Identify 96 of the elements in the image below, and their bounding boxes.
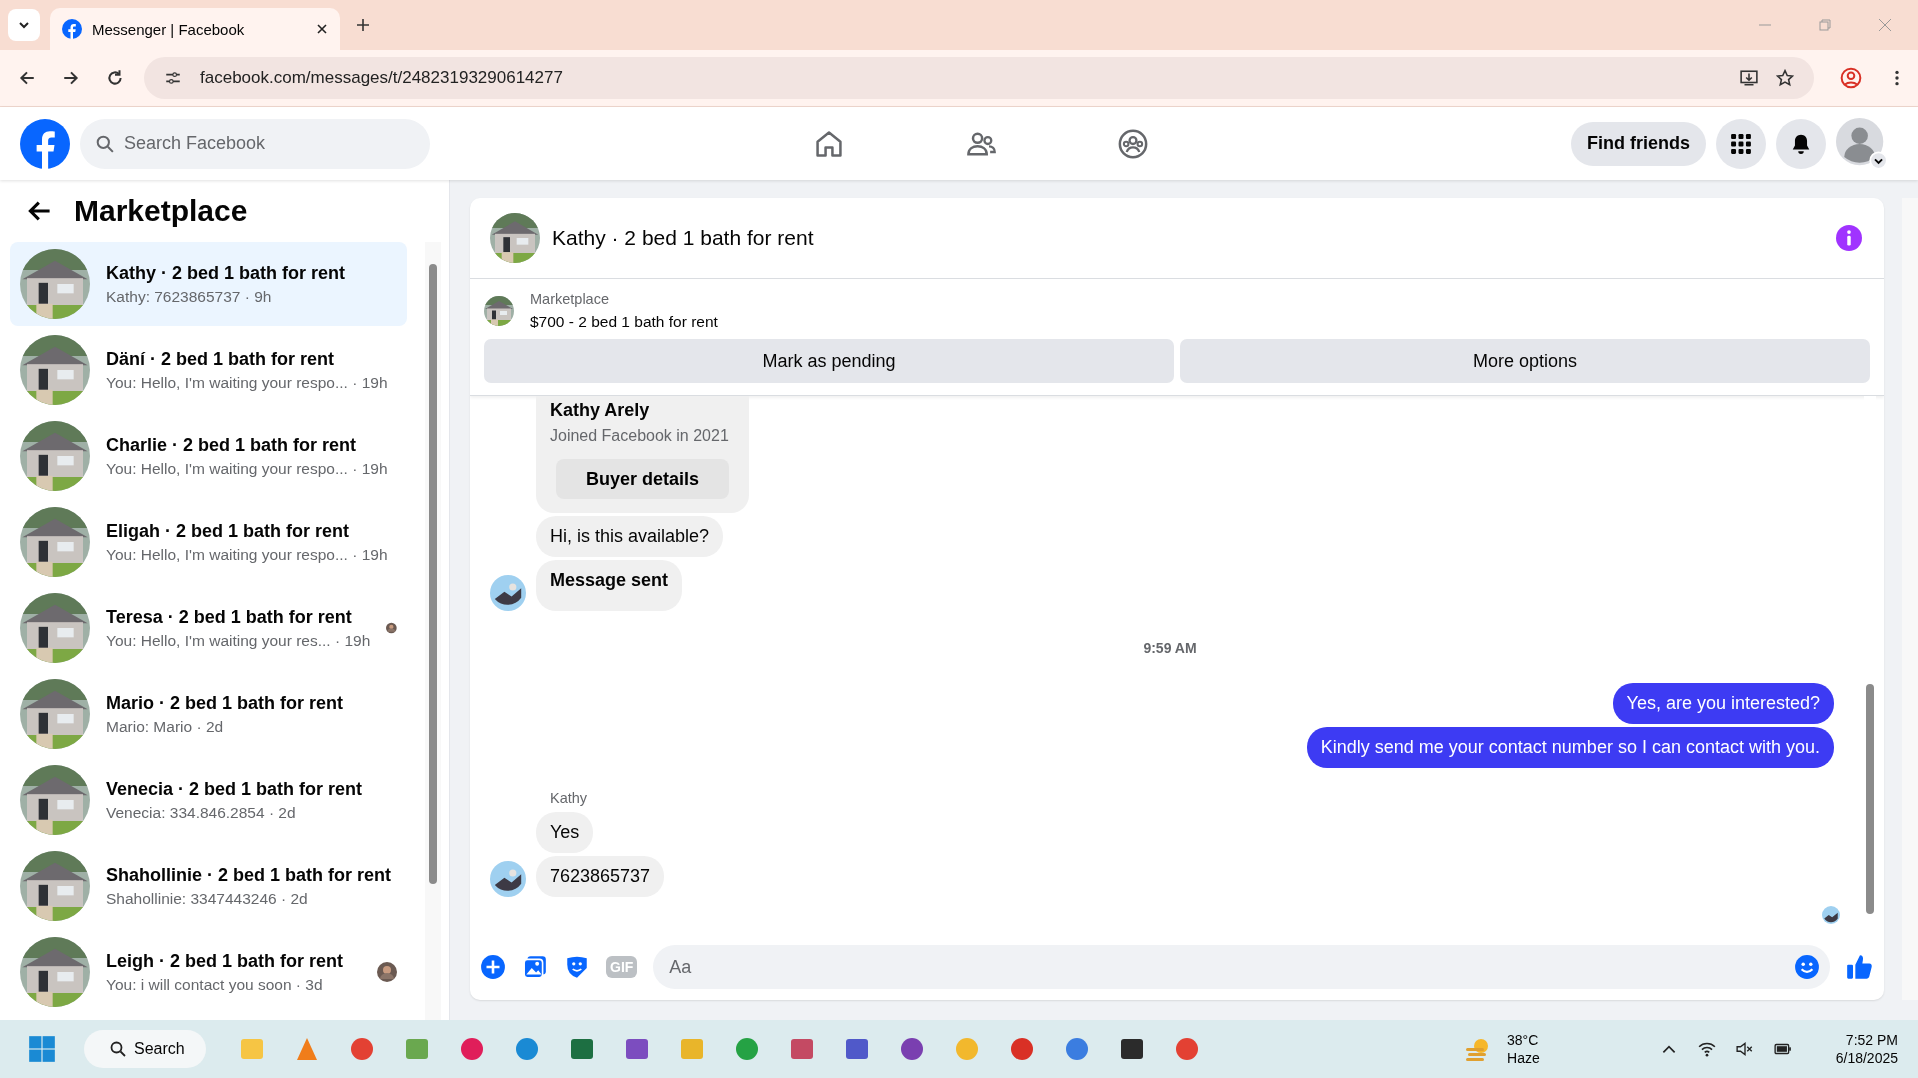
facebook-logo-icon [62,19,82,39]
weather-text: Haze [1507,1049,1540,1067]
new-tab-icon[interactable] [356,18,370,32]
emoji-icon[interactable] [1794,954,1820,980]
site-settings-icon[interactable] [164,69,182,87]
message-bubble: Yes [536,812,594,853]
message-bubble: Message sent [536,560,683,611]
close-icon[interactable] [316,23,328,35]
conversation-title: Eligah · 2 bed 1 bath for rent [106,520,351,542]
clock-date: 6/18/2025 [1835,1049,1898,1067]
conversation-item[interactable]: Teresa · 2 bed 1 bath for rent You: Hello, I'm waiting your res... · 19h [10,586,407,670]
reload-icon[interactable] [106,69,124,87]
conversation-preview: You: Hello, I'm waiting your res... · 19h [106,631,371,650]
conversation-item[interactable]: Eligah · 2 bed 1 bath for rent You: Hello, I'm waiting your respo... · 19h [10,500,407,584]
conversation-title: Teresa · 2 bed 1 bath for rent [106,606,353,628]
conversation-preview: You: Hello, I'm waiting your respo... · 19h [106,459,389,478]
back-icon[interactable] [28,199,52,223]
conversation-item[interactable]: Kathy · 2 bed 1 bath for rent Kathy: 7623865737 · 9h [10,242,407,326]
conversation-title: Mario · 2 bed 1 bath for rent [106,692,345,714]
install-icon[interactable] [1740,69,1758,87]
groups-icon[interactable] [1116,127,1149,160]
thumbs-up-icon[interactable] [1846,953,1874,981]
conversation-title: Charlie · 2 bed 1 bath for rent [106,434,358,456]
conversation-preview: Shahollinie: 3347443246 · 2d [106,889,309,908]
account-avatar-icon[interactable] [1836,117,1888,170]
chat-title: Kathy · 2 bed 1 bath for rent [552,226,814,250]
conversation-title: Shahollinie · 2 bed 1 bath for rent [106,864,393,886]
listing-label: Marketplace [530,291,610,307]
conversation-title: Kathy · 2 bed 1 bath for rent [106,262,347,284]
facebook-logo-icon[interactable] [20,118,70,169]
browser-icon[interactable] [348,1035,376,1063]
address-field[interactable]: facebook.com/messages/t/24823193290614277 [144,57,1814,99]
tab-list-button[interactable] [8,9,40,41]
muted-speaker-icon[interactable] [1735,1040,1754,1058]
message-bubble: Kindly send me your contact number so I can contact with you. [1306,727,1834,768]
browser-icon[interactable] [1063,1035,1091,1063]
app-icon[interactable] [458,1035,486,1063]
temperature-text: 38°C [1507,1031,1540,1049]
search-icon [96,134,114,153]
action-button[interactable]: Mark as pending [484,339,1174,383]
message-field[interactable]: Aa [653,945,1830,989]
conversation-preview: Venecia: 334.846.2854 · 2d [106,803,297,822]
conversation-item[interactable]: Venecia · 2 bed 1 bath for rent Venecia: 334.846.2854 · 2d [10,758,407,842]
conversation-preview: Kathy: 7623865737 · 9h [106,287,273,306]
sticker-icon[interactable] [564,954,590,980]
conversation-title: Venecia · 2 bed 1 bath for rent [106,778,364,800]
listing-title: $700 - 2 bed 1 bath for rent [530,313,718,331]
sidebar-title: Marketplace [74,194,248,228]
read-receipt-icon [1822,906,1840,924]
action-button[interactable]: More options [1180,339,1870,383]
forward-icon[interactable] [62,69,80,87]
conversation-preview: You: i will contact you soon · 3d [106,975,324,994]
conversation-item[interactable]: Däní · 2 bed 1 bath for rent You: Hello, I'm waiting your respo... · 19h [10,328,407,412]
star-icon[interactable] [1776,69,1794,87]
conversation-preview: Mario: Mario · 2d [106,717,225,736]
back-icon[interactable] [18,69,36,87]
browser-icon[interactable] [1008,1035,1036,1063]
buyer-name: Kathy Arely [550,400,651,421]
chat-icon[interactable] [733,1035,761,1063]
timestamp: 9:59 AM [1143,640,1197,656]
browser-icon[interactable] [513,1035,541,1063]
message-bubble: Hi, is this available? [536,516,724,557]
conversation-item[interactable]: Leigh · 2 bed 1 bath for rent You: i will contact you soon · 3d [10,930,407,1014]
buyer-details-button[interactable]: Buyer details [556,459,730,499]
image-icon[interactable] [522,954,548,980]
search-icon [110,1041,126,1057]
app-icon[interactable] [898,1035,926,1063]
bell-icon[interactable] [1790,132,1812,155]
profile-icon[interactable] [1840,67,1862,89]
url-text: facebook.com/messages/t/24823193290614277 [200,68,563,88]
sender-name: Kathy [550,790,588,806]
conversation-title: Däní · 2 bed 1 bath for rent [106,348,336,370]
plus-icon[interactable] [480,954,506,980]
scrollbar[interactable] [425,242,441,1020]
apps-button[interactable] [1716,118,1766,169]
conversation-item[interactable]: Mario · 2 bed 1 bath for rent Mario: Mario · 2d [10,672,407,756]
info-icon[interactable] [1836,225,1862,251]
notifications-button[interactable] [1776,118,1826,169]
clock-time: 7:52 PM [1845,1031,1898,1049]
browser-icon[interactable] [1173,1035,1201,1063]
browser-tab[interactable]: Messenger | Facebook [50,8,340,50]
conversation-preview: You: Hello, I'm waiting your respo... · 19h [106,373,389,392]
conversation-title: Leigh · 2 bed 1 bath for rent [106,950,344,972]
message-bubble: Yes, are you interested? [1612,683,1834,724]
grid-icon[interactable] [1730,132,1752,155]
windows-start-icon[interactable] [28,1035,56,1063]
buyer-joined-text: Joined Facebook in 2021 [550,427,730,445]
conversation-item[interactable]: Charlie · 2 bed 1 bath for rent You: Hello, I'm waiting your respo... · 19h [10,414,407,498]
conversation-item[interactable]: Shahollinie · 2 bed 1 bath for rent Shahollinie: 3347443246 · 2d [10,844,407,928]
find-friends-button[interactable]: Find friends [1571,121,1706,166]
search-field[interactable]: Search Facebook [80,118,430,169]
taskbar-search[interactable]: Search [84,1030,206,1068]
conversation-preview: You: Hello, I'm waiting your respo... · 19h [106,545,389,564]
message-bubble: 7623865737 [536,856,665,897]
wifi-icon[interactable] [1697,1040,1716,1058]
caret-icon[interactable] [18,19,30,31]
